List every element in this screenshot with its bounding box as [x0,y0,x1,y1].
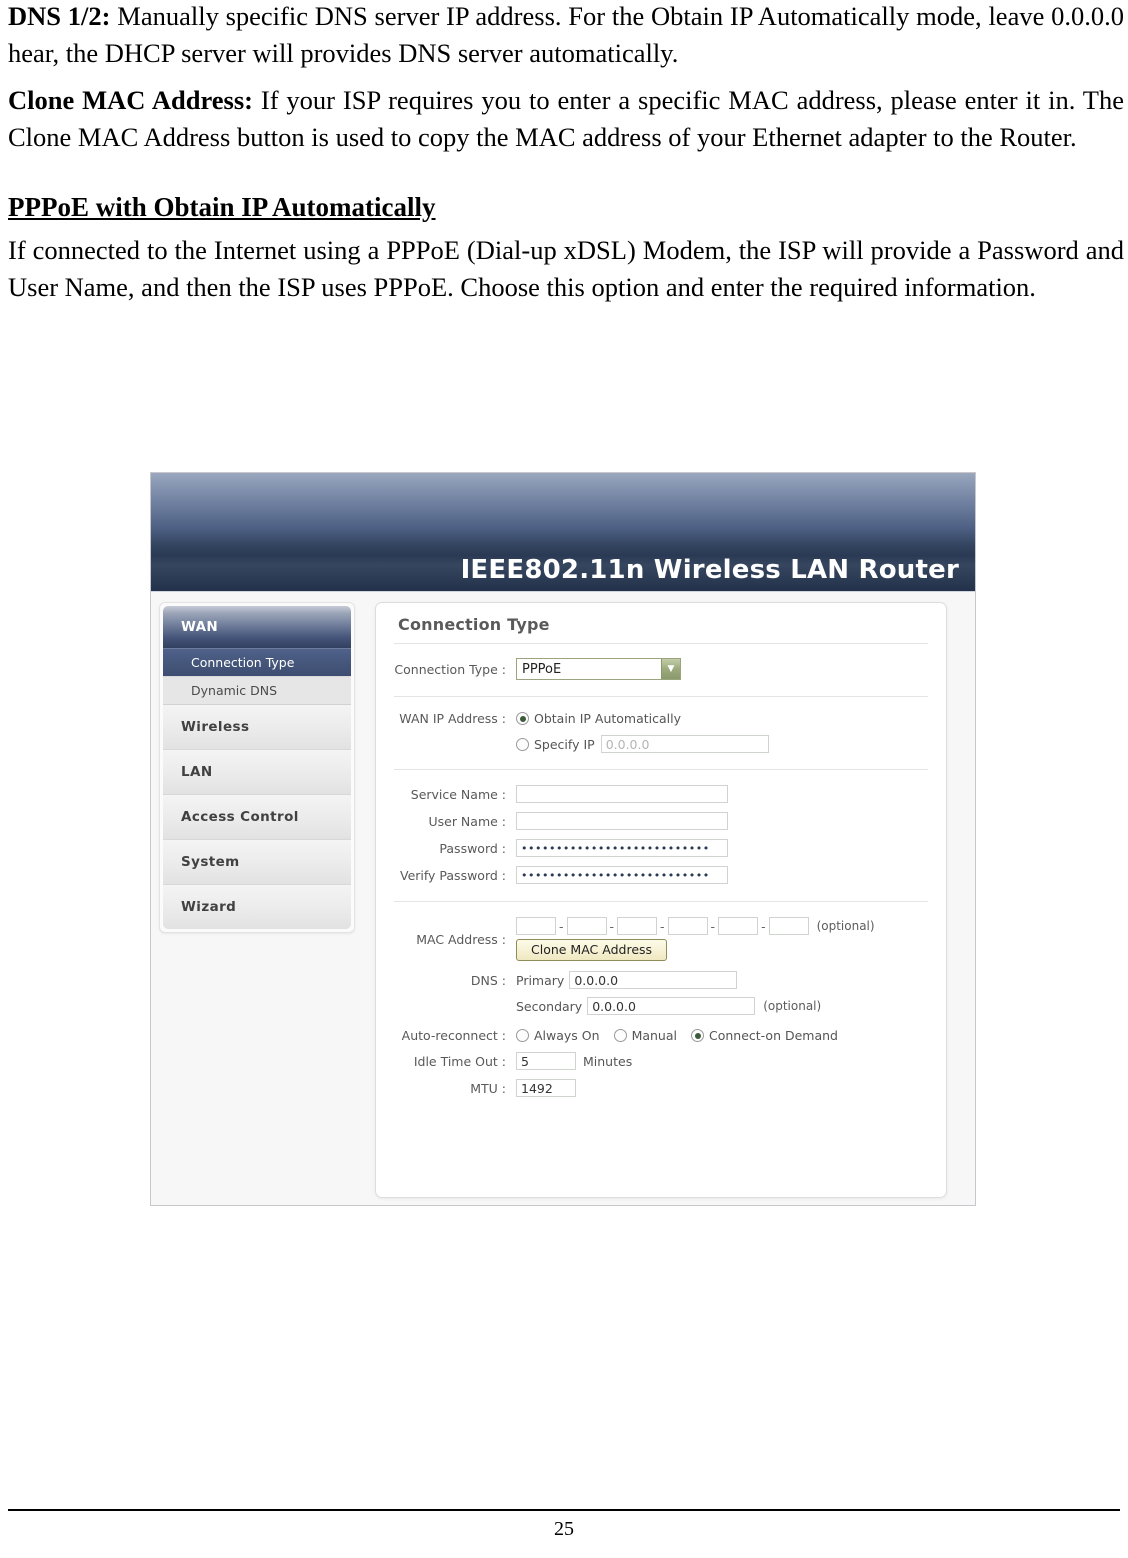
row-wan-ip-specify: Specify IP 0.0.0.0 [376,735,946,753]
sidebar-nav: WAN Connection Type Dynamic DNS Wireless… [159,602,355,933]
footer-divider [8,1509,1120,1511]
document-body: DNS 1/2: Manually specific DNS server IP… [8,0,1124,316]
row-mac-address: MAC Address : - - - - - (optional) Clone… [376,917,946,961]
service-name-input[interactable] [516,785,728,803]
mac-octet-3[interactable] [617,917,658,935]
paragraph-dns: DNS 1/2: Manually specific DNS server IP… [8,0,1124,72]
sidebar-item-dynamic-dns[interactable]: Dynamic DNS [163,676,351,705]
user-name-input[interactable] [516,812,728,830]
label-dns: DNS : [470,972,506,988]
app-body: WAN Connection Type Dynamic DNS Wireless… [151,592,975,1205]
divider-3 [394,901,928,902]
section-paragraph: If connected to the Internet using a PPP… [8,235,1124,302]
paragraph-clone-mac: Clone MAC Address: If your ISP requires … [8,82,1124,156]
label-connect-on-demand: Connect-on Demand [709,1028,838,1043]
connection-type-select[interactable]: PPPoE ▼ [516,658,681,680]
clone-mac-address-button[interactable]: Clone MAC Address [516,939,668,961]
row-password: Password : ••••••••••••••••••••••••••• [376,839,946,857]
paragraph-dns-lead: DNS 1/2: [8,1,111,31]
connection-type-value: PPPoE [522,661,562,677]
radio-specify-ip[interactable] [516,737,529,751]
mtu-input[interactable]: 1492 [516,1079,576,1097]
label-verify-password: Verify Password : [399,867,506,883]
specify-ip-input[interactable]: 0.0.0.0 [600,735,769,753]
row-service-name: Service Name : [376,785,946,803]
mac-octet-5[interactable] [718,917,759,935]
mac-separator-4: - [710,918,716,934]
row-dns-secondary: Secondary 0.0.0.0 (optional) [376,997,946,1015]
mac-separator-2: - [609,918,615,934]
paragraph-clone-mac-lead: Clone MAC Address: [8,85,253,115]
row-idle-timeout: Idle Time Out : 5 Minutes [376,1052,946,1070]
radio-manual[interactable] [613,1029,627,1042]
idle-timeout-unit: Minutes [583,1053,633,1069]
idle-timeout-input[interactable]: 5 [516,1052,576,1070]
divider-1 [394,696,928,697]
mac-optional-note: (optional) [816,919,875,933]
label-password: Password : [439,840,506,856]
row-connection-type: Connection Type : PPPoE ▼ [376,658,946,680]
option-connect-on-demand[interactable]: Connect-on Demand [691,1028,838,1043]
label-user-name: User Name : [428,813,506,829]
paragraph-dns-text: Manually specific DNS server IP address.… [8,1,1124,68]
row-verify-password: Verify Password : ••••••••••••••••••••••… [376,866,946,884]
row-dns-primary: DNS : Primary 0.0.0.0 [376,971,946,989]
label-service-name: Service Name : [410,786,506,802]
row-mtu: MTU : 1492 [376,1079,946,1097]
mac-separator-3: - [660,918,665,934]
page-number: 25 [554,1518,574,1540]
connection-type-panel: Connection Type Connection Type : PPPoE … [375,602,947,1198]
mac-octet-2[interactable] [566,917,607,935]
dns-secondary-note: (optional) [763,999,822,1013]
option-manual[interactable]: Manual [613,1028,677,1043]
radio-obtain-ip-automatically[interactable] [516,712,529,725]
mac-octet-1[interactable] [516,917,556,935]
label-specify-ip: Specify IP [534,736,595,752]
mac-octet-4[interactable] [667,917,708,935]
sidebar-item-lan[interactable]: LAN [163,750,351,795]
row-user-name: User Name : [376,812,946,830]
sidebar-item-wan[interactable]: WAN [163,606,351,648]
label-wan-ip-address: WAN IP Address : [399,711,506,726]
label-idle-timeout: Idle Time Out : [413,1053,506,1069]
label-auto-reconnect: Auto-reconnect : [401,1028,506,1043]
app-banner: IEEE802.11n Wireless LAN Router [151,473,975,592]
router-admin-screenshot: IEEE802.11n Wireless LAN Router WAN Conn… [150,472,976,1206]
row-auto-reconnect: Auto-reconnect : Always On Manual Connec… [376,1028,946,1043]
row-wan-ip-auto: WAN IP Address : Obtain IP Automatically [376,711,946,726]
sidebar-item-access-control[interactable]: Access Control [163,795,351,840]
label-mtu: MTU : [470,1080,506,1096]
radio-always-on[interactable] [516,1029,529,1042]
sidebar-item-system[interactable]: System [163,840,351,885]
label-always-on: Always On [534,1028,600,1043]
divider-2 [394,769,928,770]
divider-top [394,643,928,644]
panel-title: Connection Type [398,615,550,634]
password-input[interactable]: ••••••••••••••••••••••••••• [516,839,728,857]
label-connection-type: Connection Type : [394,661,506,677]
mac-separator-5: - [761,918,766,934]
label-mac-address: MAC Address : [416,932,506,947]
option-always-on[interactable]: Always On [516,1028,600,1043]
section-heading: PPPoE with Obtain IP Automatically [8,192,436,222]
dns-secondary-input[interactable]: 0.0.0.0 [587,997,756,1015]
label-obtain-ip-automatically: Obtain IP Automatically [534,711,682,726]
app-title: IEEE802.11n Wireless LAN Router [460,555,959,585]
verify-password-input[interactable]: ••••••••••••••••••••••••••• [516,866,728,884]
label-dns-primary: Primary [516,972,565,988]
label-manual: Manual [631,1028,677,1043]
sidebar-item-wireless[interactable]: Wireless [163,705,351,750]
sidebar-item-wizard[interactable]: Wizard [163,885,351,929]
label-dns-secondary: Secondary [516,998,583,1014]
radio-connect-on-demand[interactable] [691,1029,704,1042]
mac-octet-group: - - - - - (optional) [516,917,875,935]
mac-separator-1: - [559,918,564,934]
sidebar-item-connection-type[interactable]: Connection Type [163,648,351,676]
mac-octet-6[interactable] [768,917,809,935]
chevron-down-icon[interactable]: ▼ [661,659,680,679]
dns-primary-input[interactable]: 0.0.0.0 [569,971,738,989]
